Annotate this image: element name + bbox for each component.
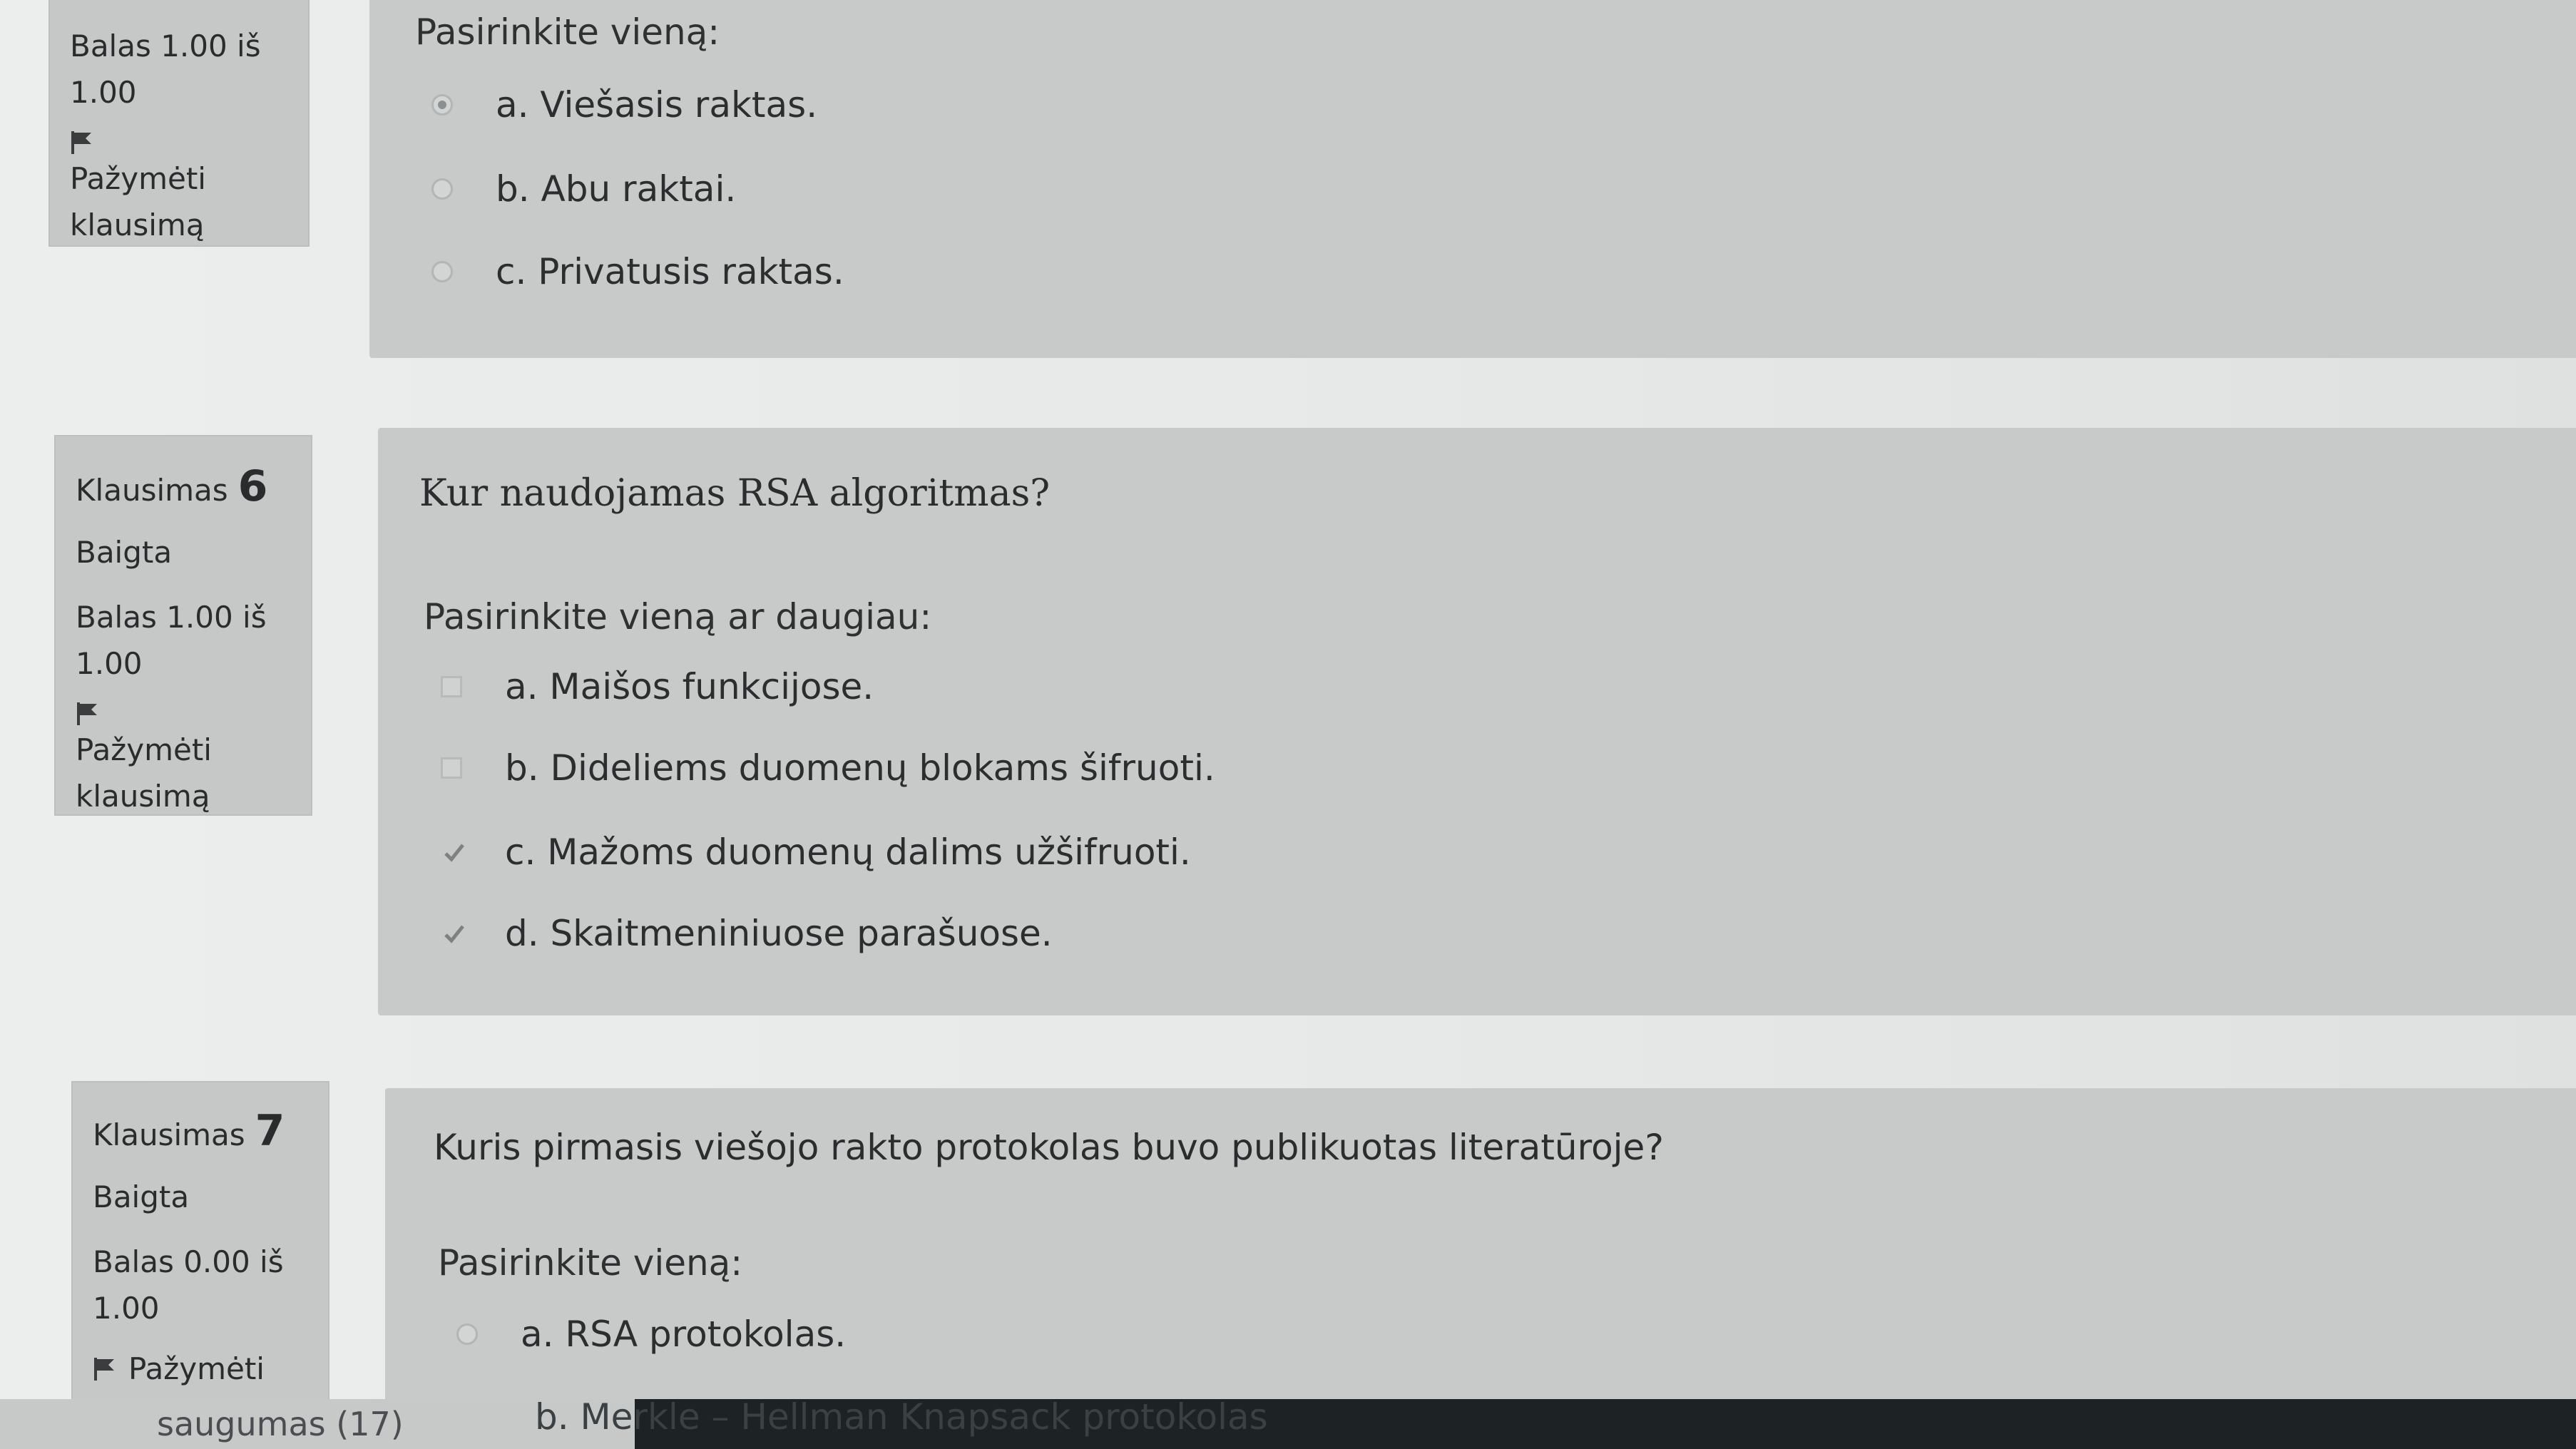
flag-question-label[interactable]: Pažymėti klausimą [70,155,288,248]
question-text: Kuris pirmasis viešojo rakto protokolas … [434,1127,1664,1168]
grade-text: Balas 1.00 iš 1.00 [76,600,267,682]
flag-question-link[interactable] [70,130,288,155]
question-text: Kur naudojamas RSA algoritmas? [419,472,1051,515]
answer-option[interactable]: a. Maišos funkcijose. [441,666,874,707]
grade-text: Balas 0.00 iš 1.00 [93,1244,284,1326]
checkmark-icon [444,925,464,943]
question-number-value: 7 [255,1106,285,1156]
question-word: Klausimas [76,473,228,508]
question-info-card: Klausimas 7 Baigta Balas 0.00 iš 1.00 Pa… [71,1081,329,1416]
radio-button[interactable] [431,94,453,116]
answer-option[interactable]: d. Skaitmeniniuose parašuose. [441,913,1053,954]
answer-label: a. RSA protokolas. [521,1314,847,1355]
quiz-review-page: Balas 1.00 iš 1.00 Pažymėti klausimą Pas… [0,0,2576,1449]
grade-text: Balas 1.00 iš 1.00 [70,29,261,111]
question-info-card: Balas 1.00 iš 1.00 Pažymėti klausimą [48,0,310,247]
course-nav-text[interactable]: saugumas (17) [157,1405,404,1443]
answer-option[interactable]: a. Viešasis raktas. [431,84,817,126]
radio-button[interactable] [456,1323,478,1345]
checkbox[interactable] [441,676,462,697]
flag-icon [77,702,97,726]
question-number: Klausimas 6 [76,465,291,513]
answer-prompt: Pasirinkite vieną ar daugiau: [424,596,932,638]
checkbox[interactable] [441,923,464,944]
question-number: Klausimas 7 [93,1110,308,1158]
flag-question-label[interactable]: Pažymėti [128,1346,265,1392]
radio-button[interactable] [431,261,453,282]
flag-icon [71,131,91,155]
bottom-navigation-bar: saugumas (17) b. Merkle – Hellman Knapsa… [0,1396,2576,1449]
answer-prompt: Pasirinkite vieną: [438,1242,743,1284]
checkbox[interactable] [441,757,462,779]
question-number-value: 6 [237,461,268,511]
flag-question-link[interactable]: Pažymėti [93,1346,308,1392]
checkbox[interactable] [441,841,464,863]
radio-button[interactable] [431,178,453,200]
flag-question-link[interactable] [76,701,291,727]
answer-option[interactable]: c. Privatusis raktas. [431,251,844,292]
answer-option[interactable]: c. Mažoms duomenų dalims užšifruoti. [441,831,1191,873]
answer-label: c. Mažoms duomenų dalims užšifruoti. [505,831,1191,873]
question-word: Klausimas [93,1117,245,1152]
question-state: Baigta [76,535,173,570]
answer-option[interactable]: b. Dideliems duomenų blokams šifruoti. [441,747,1215,789]
answer-option[interactable]: b. Abu raktai. [431,168,736,210]
flag-icon [94,1357,114,1381]
answer-prompt: Pasirinkite vieną: [415,11,720,53]
answer-option[interactable]: b. Merkle – Hellman Knapsack protokolas [535,1396,1268,1438]
answer-label: d. Skaitmeniniuose parašuose. [505,913,1053,954]
question-state: Baigta [93,1179,190,1215]
flag-question-label[interactable]: Pažymėti klausimą [76,727,291,819]
answer-label: b. Merkle – Hellman Knapsack protokolas [535,1396,1268,1438]
answer-label: a. Viešasis raktas. [496,84,818,126]
answer-label: b. Abu raktai. [496,168,737,210]
checkmark-icon [444,844,464,862]
question-info-card: Klausimas 6 Baigta Balas 1.00 iš 1.00 Pa… [54,435,312,816]
answer-option[interactable]: a. RSA protokolas. [456,1314,846,1355]
answer-label: b. Dideliems duomenų blokams šifruoti. [505,747,1215,789]
answer-label: a. Maišos funkcijose. [505,666,874,707]
answer-label: c. Privatusis raktas. [496,251,844,292]
